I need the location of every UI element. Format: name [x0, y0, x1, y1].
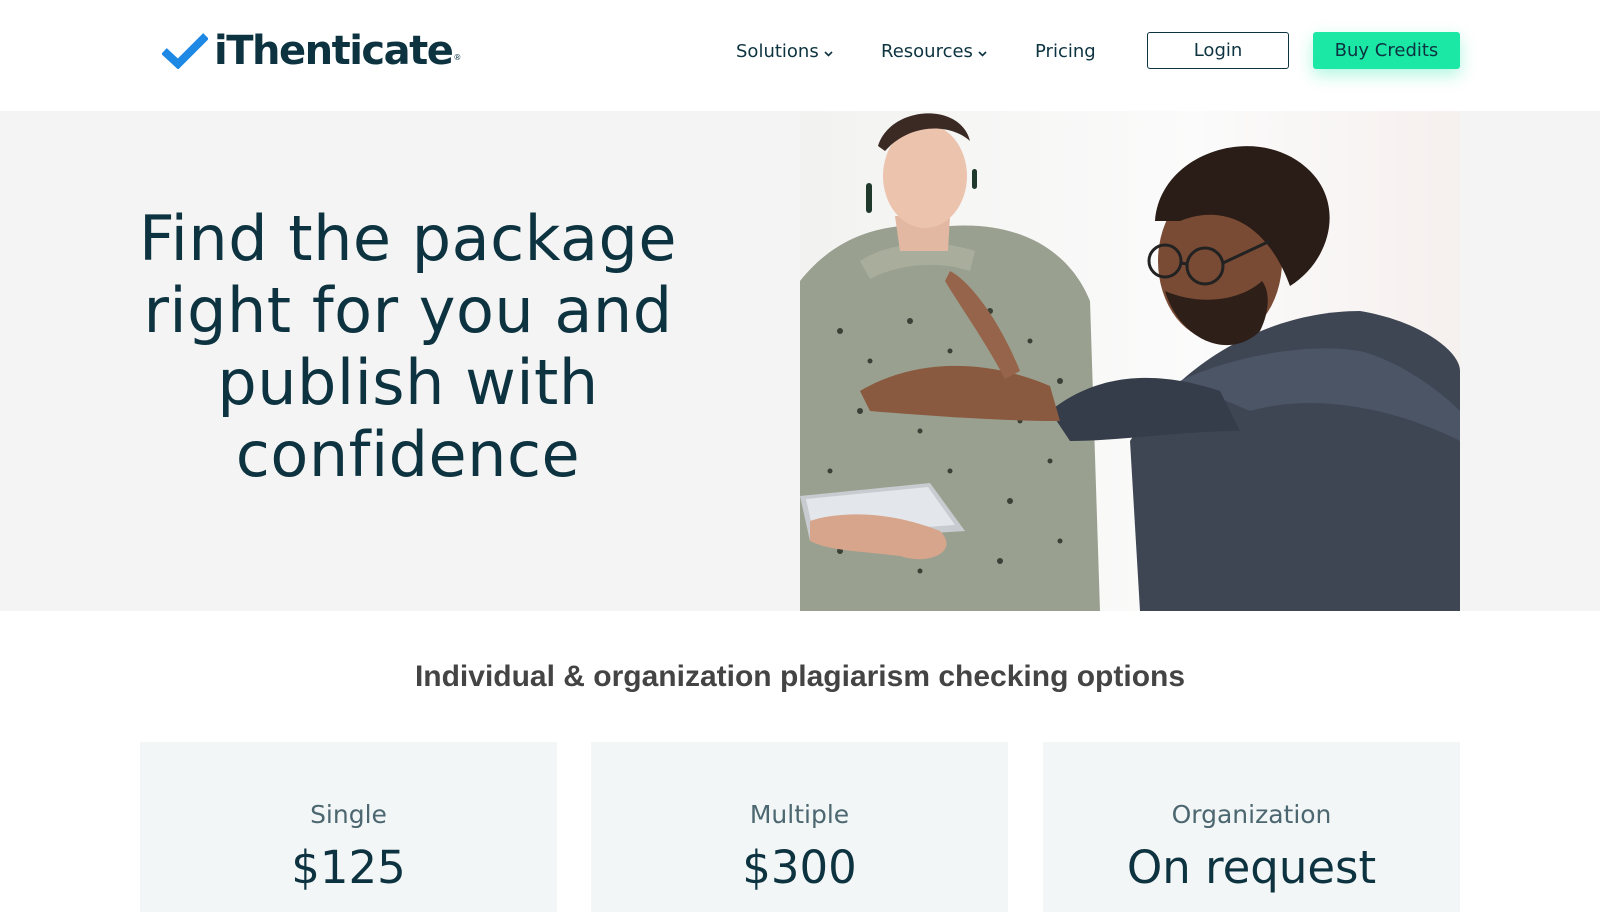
- hero-title-line: confidence: [235, 418, 581, 491]
- buy-credits-button[interactable]: Buy Credits: [1313, 32, 1460, 69]
- plan-price: $300: [742, 841, 857, 894]
- plan-name: Multiple: [749, 800, 850, 829]
- plan-name: Single: [310, 800, 387, 829]
- section-heading: Individual & organization plagiarism che…: [414, 660, 1186, 693]
- login-button[interactable]: Login: [1147, 32, 1289, 69]
- hero-title: Find the package right for you and publi…: [100, 203, 716, 491]
- hero-title-line: Find the package: [139, 202, 677, 275]
- site-header: iThenticate ® Solutions Resources Pricin…: [0, 0, 1600, 111]
- plan-price: On request: [1126, 841, 1377, 894]
- nav-pricing-label: Pricing: [1035, 40, 1096, 62]
- nav-pricing[interactable]: Pricing: [1035, 34, 1096, 68]
- nav-solutions-label: Solutions: [736, 40, 819, 62]
- plan-card-single[interactable]: Single $125: [140, 742, 557, 912]
- chevron-down-icon: [824, 41, 833, 62]
- hero-image: [800, 111, 1460, 611]
- plan-name: Organization: [1171, 800, 1332, 829]
- plan-card-organization[interactable]: Organization On request: [1043, 742, 1460, 912]
- plan-card-multiple[interactable]: Multiple $300: [591, 742, 1008, 912]
- hero-section: Find the package right for you and publi…: [0, 111, 1600, 611]
- nav-resources[interactable]: Resources: [881, 34, 987, 68]
- plan-price: $125: [291, 841, 406, 894]
- chevron-down-icon: [978, 41, 987, 62]
- hero-title-line: publish with: [217, 346, 599, 419]
- nav-resources-label: Resources: [881, 40, 973, 62]
- hero-title-line: right for you and: [143, 274, 673, 347]
- nav-solutions[interactable]: Solutions: [736, 34, 833, 68]
